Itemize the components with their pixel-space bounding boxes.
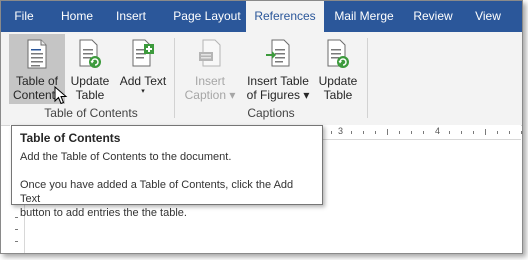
captions-group-label: Captions	[247, 106, 295, 120]
application-window: File Home Insert Page Layout References …	[0, 0, 523, 254]
tab-file[interactable]: File	[1, 1, 47, 32]
tab-mail-merge[interactable]: Mail Merge	[328, 1, 400, 32]
ruler-tick	[521, 131, 522, 134]
ruler-tick	[15, 241, 18, 242]
insert-table-of-figures-label-line1: Insert Table	[247, 74, 309, 88]
ruler-tick	[375, 131, 376, 134]
update-table-of-figures-label-line2: Table	[323, 88, 353, 102]
ruler-tick	[473, 131, 474, 134]
ruler-tick	[497, 131, 498, 134]
insert-caption-button[interactable]: Insert Caption ▾	[181, 34, 239, 104]
ruler-tick	[331, 131, 332, 134]
tab-references[interactable]: References	[246, 1, 324, 34]
ribbon-panel: Table of Contents Update Table Add Text …	[1, 32, 522, 126]
insert-table-of-figures-label-line2: of Figures ▾	[246, 88, 310, 102]
toc-group-label: Table of Contents	[44, 106, 138, 120]
ribbon-tab-bar: File Home Insert Page Layout References …	[1, 1, 522, 34]
add-text-dropdown-arrow: ▾	[141, 88, 145, 95]
group-separator	[174, 38, 175, 118]
tooltip-hint-line2: button to add entries the the table.	[20, 207, 187, 219]
update-table-button[interactable]: Update Table	[67, 34, 113, 104]
add-text-button[interactable]: Add Text ▾	[115, 34, 171, 104]
ruler-tick	[363, 131, 364, 134]
group-separator	[367, 38, 368, 118]
table-of-contents-icon	[27, 39, 47, 69]
add-text-label: Add Text	[119, 74, 167, 88]
tab-page-layout[interactable]: Page Layout	[161, 1, 253, 32]
tab-view[interactable]: View	[467, 1, 509, 32]
tab-review[interactable]: Review	[405, 1, 461, 32]
ruler-tick	[509, 131, 510, 134]
ruler-tick	[423, 131, 424, 134]
ruler-tick	[15, 217, 18, 218]
ruler-tick	[485, 129, 486, 135]
insert-table-of-figures-button[interactable]: Insert Table of Figures ▾	[243, 34, 313, 104]
ruler-tick	[351, 131, 352, 134]
ruler-tick	[449, 131, 450, 134]
ruler-mark-3: 3	[338, 126, 344, 136]
tooltip-title: Table of Contents	[20, 131, 121, 145]
ruler-tick	[399, 131, 400, 134]
tab-insert[interactable]: Insert	[107, 1, 155, 32]
ruler-tick	[411, 131, 412, 134]
mouse-pointer-icon	[54, 86, 68, 105]
update-table-icon	[327, 39, 349, 68]
tab-home[interactable]: Home	[51, 1, 103, 32]
update-table-icon	[79, 39, 101, 68]
ruler-tick	[461, 131, 462, 134]
update-table-of-figures-label-line1: Update	[318, 74, 358, 88]
update-table-label-line1: Update	[70, 74, 110, 88]
insert-caption-label-line1: Insert	[194, 74, 225, 88]
insert-table-of-figures-icon	[266, 39, 290, 67]
ruler-tick	[387, 129, 388, 135]
insert-caption-icon	[199, 39, 221, 67]
tooltip-description: Add the Table of Contents to the documen…	[20, 151, 232, 163]
table-of-contents-label-line1: Table of	[15, 74, 59, 88]
table-of-contents-tooltip: Table of Contents Add the Table of Conte…	[11, 125, 323, 219]
update-table-label-line2: Table	[75, 88, 105, 102]
ruler-mark-4: 4	[435, 126, 441, 136]
update-table-of-figures-button[interactable]: Update Table	[315, 34, 361, 104]
add-text-icon	[132, 39, 154, 67]
insert-caption-label-line2: Caption ▾	[184, 88, 236, 102]
ruler-tick	[15, 229, 18, 230]
tooltip-hint-line1: Once you have added a Table of Contents,…	[20, 179, 294, 205]
